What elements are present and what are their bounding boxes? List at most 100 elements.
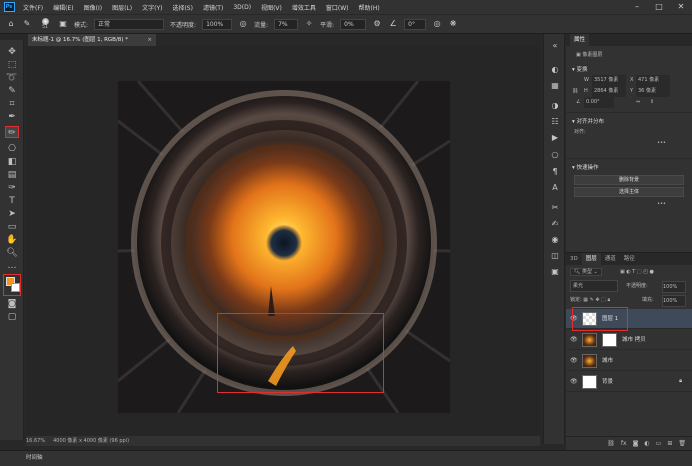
y-input[interactable]: 36 像素 xyxy=(636,86,670,97)
lock-icons[interactable]: ▦ ✎ ✥ ⬚ 🔒︎ xyxy=(583,297,610,303)
visibility-eye-icon[interactable]: 👁︎ xyxy=(570,336,578,343)
quick-actions-title[interactable]: ▾ 快速操作 xyxy=(566,159,692,173)
quick-mask-icon[interactable]: ◙ xyxy=(5,298,19,310)
menu-plugins[interactable]: 增效工具 xyxy=(287,3,321,12)
pressure-size-icon[interactable]: ◎ xyxy=(432,19,442,29)
screen-mode-icon[interactable]: ▢ xyxy=(5,311,19,323)
width-input[interactable]: 3517 像素 xyxy=(592,75,626,86)
fill-input[interactable]: 100% xyxy=(662,295,686,307)
stamp-tool-icon[interactable]: ⎔ xyxy=(5,143,19,155)
delete-layer-icon[interactable]: 🗑︎ xyxy=(678,440,686,447)
mode-select[interactable]: 正常 xyxy=(94,18,165,30)
lock-icon[interactable]: 🔒︎ xyxy=(679,378,682,385)
character-panel-icon[interactable]: A xyxy=(549,182,561,194)
menu-edit[interactable]: 编辑(E) xyxy=(48,3,78,12)
fx-icon[interactable]: fx xyxy=(621,440,627,447)
transform-section-title[interactable]: ▾ 变换 xyxy=(566,61,692,75)
pressure-opacity-icon[interactable]: ◎ xyxy=(238,19,248,29)
close-window-icon[interactable]: ✕ xyxy=(670,0,692,14)
layer-name[interactable]: 背景 xyxy=(602,372,613,392)
tab-paths[interactable]: 路径 xyxy=(620,253,639,265)
layer-filter-select[interactable]: 🔍︎ 类型 ⌄ xyxy=(570,268,602,276)
layer-row-background[interactable]: 👁︎ 背景 🔒︎ xyxy=(566,372,692,392)
link-layers-icon[interactable]: ⛓ xyxy=(607,440,615,447)
select-subject-button[interactable]: 选择主体 xyxy=(574,187,684,197)
menu-window[interactable]: 窗口(W) xyxy=(321,3,354,12)
document-canvas[interactable] xyxy=(118,81,450,413)
brush-tool-preset-icon[interactable]: ✎ xyxy=(22,19,32,29)
tab-layers[interactable]: 图层 xyxy=(581,253,601,265)
quick-more-icon[interactable]: ••• xyxy=(566,199,692,210)
menu-help[interactable]: 帮助(H) xyxy=(354,3,385,12)
tab-channels[interactable]: 通道 xyxy=(601,253,620,265)
menu-filter[interactable]: 滤镜(T) xyxy=(198,3,228,12)
more-options-icon[interactable]: ••• xyxy=(566,138,692,149)
properties-tab[interactable]: 属性 xyxy=(570,34,590,46)
brush-tool-icon[interactable]: ✏ xyxy=(5,126,19,138)
brush-size-picker[interactable]: 51 xyxy=(38,18,52,30)
angle-input[interactable]: 0.00° xyxy=(584,97,614,108)
layer-opacity-input[interactable]: 100% xyxy=(662,281,686,293)
path-selection-tool-icon[interactable]: ➤ xyxy=(5,208,19,220)
tool-presets-icon[interactable]: ✂ xyxy=(549,202,561,214)
quick-selection-tool-icon[interactable]: ✎ xyxy=(5,85,19,97)
actions-panel-icon[interactable]: ▶ xyxy=(549,132,561,144)
menu-type[interactable]: 文字(Y) xyxy=(137,3,167,12)
pen-tool-icon[interactable]: ✑ xyxy=(5,182,19,194)
flow-input[interactable]: 7% xyxy=(274,18,299,30)
align-section-title[interactable]: ▾ 对齐并分布 xyxy=(566,112,692,127)
smooth-options-gear-icon[interactable]: ⚙ xyxy=(372,19,382,29)
minimize-icon[interactable]: – xyxy=(626,0,648,14)
document-tab[interactable]: 未标题-1 @ 16.7% (图层 1, RGB/8) * × xyxy=(28,34,156,46)
adjustment-layer-icon[interactable]: ◐ xyxy=(644,440,649,447)
menu-layer[interactable]: 图层(L) xyxy=(107,3,137,12)
canvas-area[interactable] xyxy=(26,46,540,436)
crop-tool-icon[interactable]: ⌗ xyxy=(5,98,19,110)
clone-source-icon[interactable]: ◉ xyxy=(549,234,561,246)
more-tools-icon[interactable]: … xyxy=(5,260,19,272)
swatches-panel-icon[interactable]: ▦ xyxy=(549,80,561,92)
zoom-tool-icon[interactable]: 🔍︎ xyxy=(5,247,19,259)
new-group-icon[interactable]: ▭ xyxy=(656,440,662,447)
eyedropper-tool-icon[interactable]: ✒ xyxy=(5,111,19,123)
home-icon[interactable]: ⌂ xyxy=(6,19,16,29)
brush-panel-icon[interactable]: ✍ xyxy=(549,218,561,230)
opacity-input[interactable]: 100% xyxy=(202,18,233,30)
smooth-input[interactable]: 0% xyxy=(340,18,367,30)
angle-input[interactable]: 0° xyxy=(404,18,427,30)
brush-settings-icon[interactable]: ▣ xyxy=(58,19,68,29)
layer-row-city[interactable]: 👁︎ 城市 xyxy=(566,351,692,371)
visibility-eye-icon[interactable]: 👁︎ xyxy=(570,357,578,364)
background-color-swatch[interactable] xyxy=(11,283,20,292)
zoom-level[interactable]: 16.67% xyxy=(26,436,45,446)
symmetry-icon[interactable]: ❋ xyxy=(448,19,458,29)
menu-select[interactable]: 选择(S) xyxy=(167,3,198,12)
flip-vertical-icon[interactable]: ⇕ xyxy=(650,97,654,108)
menu-file[interactable]: 文件(F) xyxy=(18,3,48,12)
eraser-tool-icon[interactable]: ◧ xyxy=(5,156,19,168)
new-layer-icon[interactable]: ⊞ xyxy=(667,440,672,447)
flip-horizontal-icon[interactable]: ⇔ xyxy=(636,97,640,108)
x-input[interactable]: 471 像素 xyxy=(636,75,670,86)
filter-icons[interactable]: ▣ ◐ T ⬚ ◰ ● xyxy=(620,265,654,279)
layer-mask-thumbnail[interactable] xyxy=(602,333,617,347)
photoshop-logo-icon[interactable]: Ps xyxy=(0,0,18,14)
tab-3d[interactable]: 3D xyxy=(566,253,582,265)
paragraph-panel-icon[interactable]: ¶ xyxy=(549,166,561,178)
lasso-tool-icon[interactable]: ➰ xyxy=(5,72,19,84)
move-tool-icon[interactable]: ✥ xyxy=(5,46,19,58)
marquee-tool-icon[interactable]: ⬚ xyxy=(5,59,19,71)
timeline-panel-tab[interactable]: 时间轴 xyxy=(0,450,692,466)
height-input[interactable]: 2864 像素 xyxy=(592,86,626,97)
channels-icon[interactable]: ◫ xyxy=(549,250,561,262)
info-icon[interactable]: ▣ xyxy=(549,266,561,278)
link-icon[interactable]: ⛓ xyxy=(572,86,578,97)
shape-tool-icon[interactable]: ▭ xyxy=(5,221,19,233)
color-panel-icon[interactable]: ◐ xyxy=(549,64,561,76)
layer-row-layer1[interactable]: 👁︎ 图层 1 xyxy=(566,307,692,331)
menu-view[interactable]: 视图(V) xyxy=(256,3,287,12)
menu-image[interactable]: 图像(I) xyxy=(79,3,107,12)
collapse-icon[interactable]: « xyxy=(549,40,561,52)
type-tool-icon[interactable]: T xyxy=(5,195,19,207)
layer-row-city-copy[interactable]: 👁︎ 城市 拷贝 xyxy=(566,330,692,350)
